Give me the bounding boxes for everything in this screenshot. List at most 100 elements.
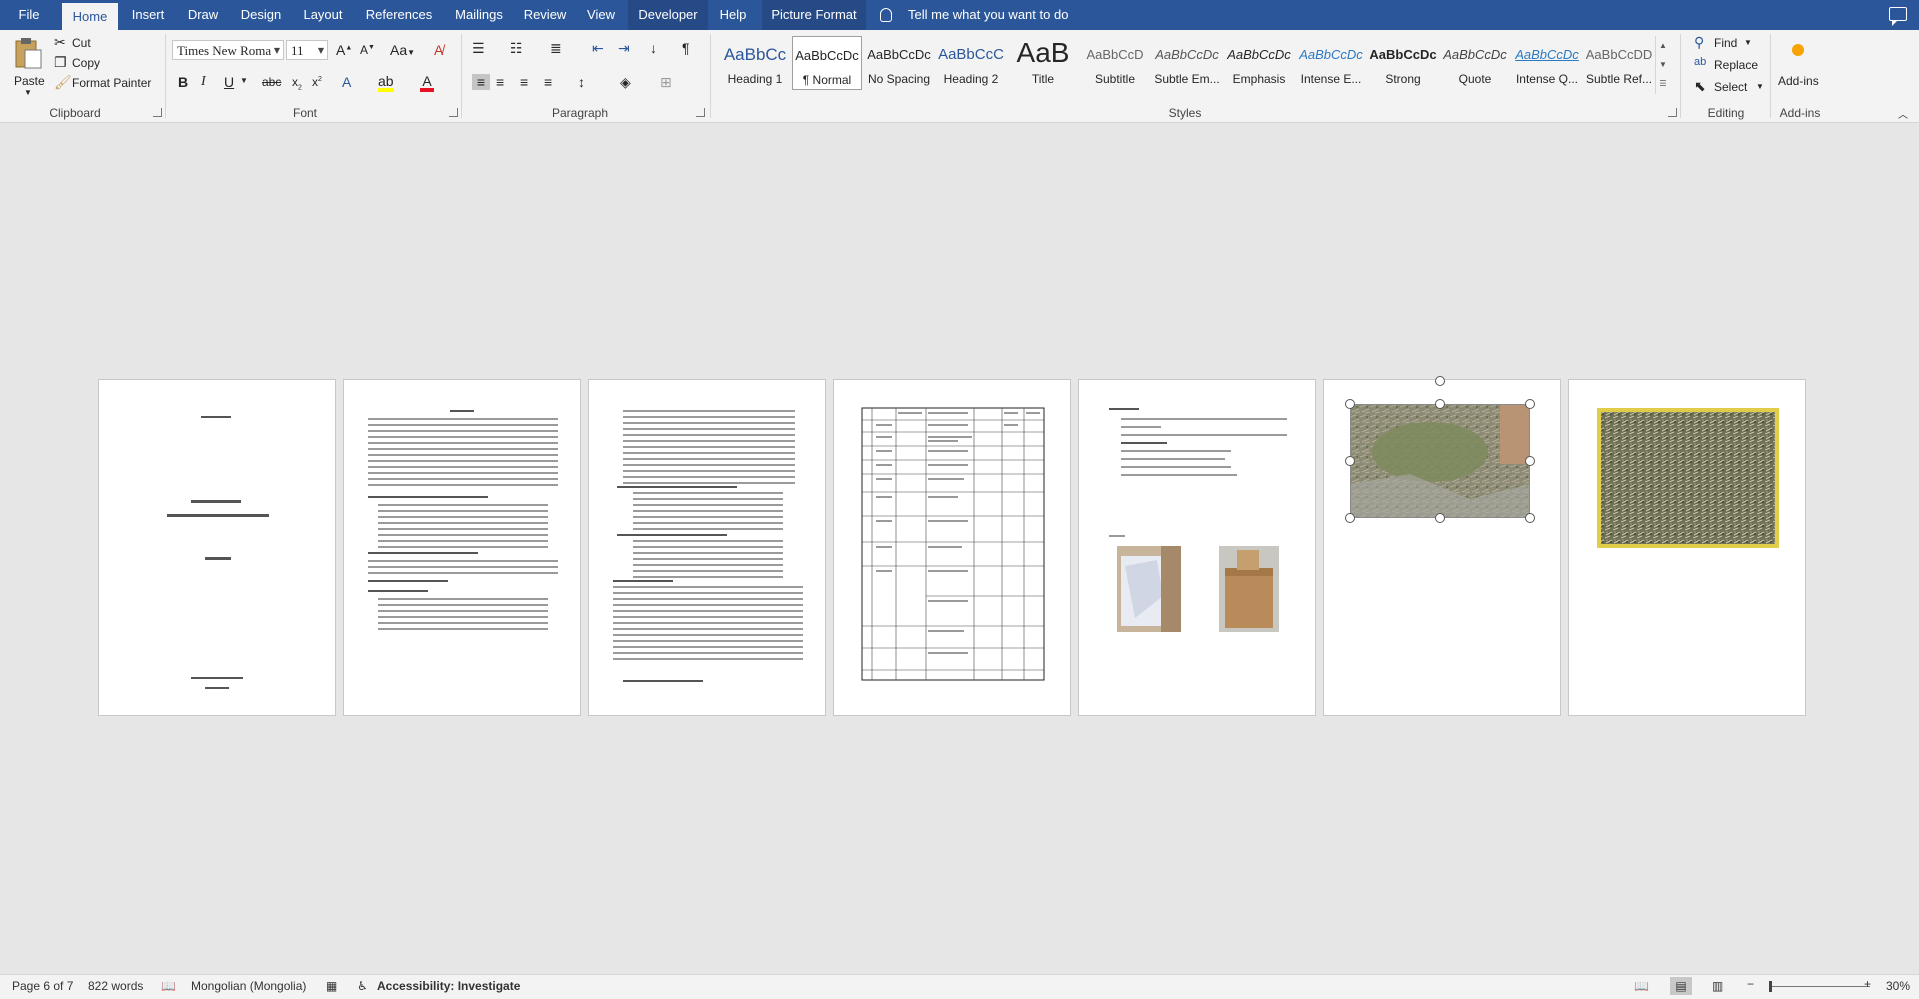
page-thumbnail-2[interactable] [343,379,581,716]
style-emphasis[interactable]: AaBbCcDc Emphasis [1224,36,1294,90]
resize-handle-icon[interactable] [1345,456,1355,466]
chevron-down-icon[interactable]: ▼ [1656,55,1670,74]
style-normal[interactable]: AaBbCcDc ¶ Normal [792,36,862,90]
replace-button[interactable]: ab Replace [1694,56,1774,74]
style-heading-1[interactable]: AaBbCc Heading 1 [720,36,790,90]
print-layout-icon[interactable]: ▤ [1670,977,1692,995]
tab-layout[interactable]: Layout [294,0,352,30]
paste-button[interactable]: Paste ▼ [10,34,46,100]
style-intense-emphasis[interactable]: AaBbCcDc Intense E... [1296,36,1366,90]
decrease-indent-icon[interactable]: ⇤ [592,40,604,57]
multilevel-list-icon[interactable]: ≣ [550,40,562,57]
align-center-icon[interactable]: ≡ [496,74,504,90]
bold-icon[interactable]: B [178,74,188,90]
zoom-out-icon[interactable]: − [1747,977,1754,991]
style-subtle-emphasis[interactable]: AaBbCcDc Subtle Em... [1152,36,1222,90]
styles-launcher-icon[interactable] [1668,108,1677,117]
add-ins-button[interactable]: Add-ins [1776,34,1824,100]
resize-handle-icon[interactable] [1345,513,1355,523]
read-mode-icon[interactable]: 📖 [1634,979,1649,993]
sort-icon[interactable]: ↓ [650,40,657,56]
shrink-font-icon[interactable]: A▼ [360,43,375,57]
font-launcher-icon[interactable] [449,108,458,117]
page-thumbnail-5[interactable] [1078,379,1316,716]
resize-handle-icon[interactable] [1345,399,1355,409]
resize-handle-icon[interactable] [1435,399,1445,409]
tab-insert[interactable]: Insert [123,0,173,30]
change-case-icon[interactable]: Aa▼ [390,42,415,58]
line-spacing-icon[interactable]: ↕ [578,74,585,90]
select-button[interactable]: ⬉ Select ▼ [1694,78,1774,96]
show-formatting-icon[interactable]: ¶ [682,40,690,56]
find-button[interactable]: ⚲ Find ▼ [1694,34,1762,52]
paragraph-launcher-icon[interactable] [696,108,705,117]
proofing-icon[interactable]: 📖 [161,979,176,993]
tab-draw[interactable]: Draw [178,0,228,30]
style-heading-2[interactable]: AaBbCcC Heading 2 [936,36,1006,90]
rotate-handle-icon[interactable] [1435,376,1445,386]
align-right-icon[interactable]: ≡ [520,74,528,90]
bullets-icon[interactable]: ☰ [472,40,485,57]
style-title[interactable]: AaB Title [1008,36,1078,90]
tab-home[interactable]: Home [62,3,118,30]
styles-gallery-scroll[interactable]: ▲ ▼ ☰ [1655,36,1670,94]
resize-handle-icon[interactable] [1435,513,1445,523]
tab-mailings[interactable]: Mailings [446,0,512,30]
word-count[interactable]: 822 words [88,979,143,993]
page-thumbnail-1[interactable] [98,379,336,716]
justify-icon[interactable]: ≡ [544,74,552,90]
web-layout-icon[interactable]: ▥ [1712,979,1723,993]
tab-references[interactable]: References [357,0,441,30]
tab-review[interactable]: Review [517,0,573,30]
zoom-slider-thumb[interactable] [1769,981,1772,992]
font-size-combo[interactable]: 11 ▼ [286,40,328,60]
clipboard-launcher-icon[interactable] [153,108,162,117]
tab-picture-format[interactable]: Picture Format [762,0,866,30]
style-subtle-reference[interactable]: AaBbCcDD Subtle Ref... [1584,36,1654,90]
tab-file[interactable]: File [0,0,58,30]
text-effects-icon[interactable]: A [342,74,351,90]
style-intense-quote[interactable]: AaBbCcDc Intense Q... [1512,36,1582,90]
increase-indent-icon[interactable]: ⇥ [618,40,630,57]
page-thumbnail-4[interactable] [833,379,1071,716]
more-styles-icon[interactable]: ☰ [1656,74,1670,93]
italic-icon[interactable]: I [201,74,206,90]
page-indicator[interactable]: Page 6 of 7 [12,979,73,993]
strikethrough-icon[interactable]: abc [262,75,281,89]
align-left-icon[interactable]: ≡ [472,74,490,90]
page-thumbnail-7[interactable] [1568,379,1806,716]
clear-formatting-icon[interactable]: A̸ [434,42,443,58]
style-quote[interactable]: AaBbCcDc Quote [1440,36,1510,90]
underline-icon[interactable]: U [224,74,234,90]
subscript-icon[interactable]: x2 [292,75,302,91]
zoom-slider-track[interactable] [1770,986,1870,987]
page-thumbnail-3[interactable] [588,379,826,716]
page-thumbnail-6[interactable] [1323,376,1561,716]
tab-view[interactable]: View [578,0,624,30]
document-area[interactable] [0,123,1919,974]
tab-developer[interactable]: Developer [628,0,708,30]
style-subtitle[interactable]: AaBbCcD Subtitle [1080,36,1150,90]
grow-font-icon[interactable]: A▲ [336,42,352,58]
copy-button[interactable]: ❐ Copy [54,54,134,72]
numbering-icon[interactable]: ☷ [510,40,523,57]
style-strong[interactable]: AaBbCcDc Strong [1368,36,1438,90]
resize-handle-icon[interactable] [1525,513,1535,523]
format-painter-button[interactable]: 🖌 Format Painter [54,74,164,92]
language-indicator[interactable]: Mongolian (Mongolia) [191,979,306,993]
comments-icon[interactable] [1889,7,1907,26]
chevron-up-icon[interactable]: ▲ [1656,36,1670,55]
font-name-combo[interactable]: Times New Roma ▼ [172,40,284,60]
collapse-ribbon-icon[interactable]: ︿ [1898,106,1908,121]
macro-icon[interactable]: ▦ [326,979,337,993]
zoom-level[interactable]: 30% [1886,979,1910,993]
underline-dropdown-icon[interactable]: ▼ [240,76,248,85]
resize-handle-icon[interactable] [1525,456,1535,466]
zoom-in-icon[interactable]: + [1864,977,1871,991]
superscript-icon[interactable]: x2 [312,75,322,89]
highlight-icon[interactable]: ab [378,74,394,92]
tab-help[interactable]: Help [712,0,754,30]
resize-handle-icon[interactable] [1525,399,1535,409]
shading-icon[interactable]: ◈ [620,74,631,91]
cut-button[interactable]: ✂ Cut [54,34,134,52]
